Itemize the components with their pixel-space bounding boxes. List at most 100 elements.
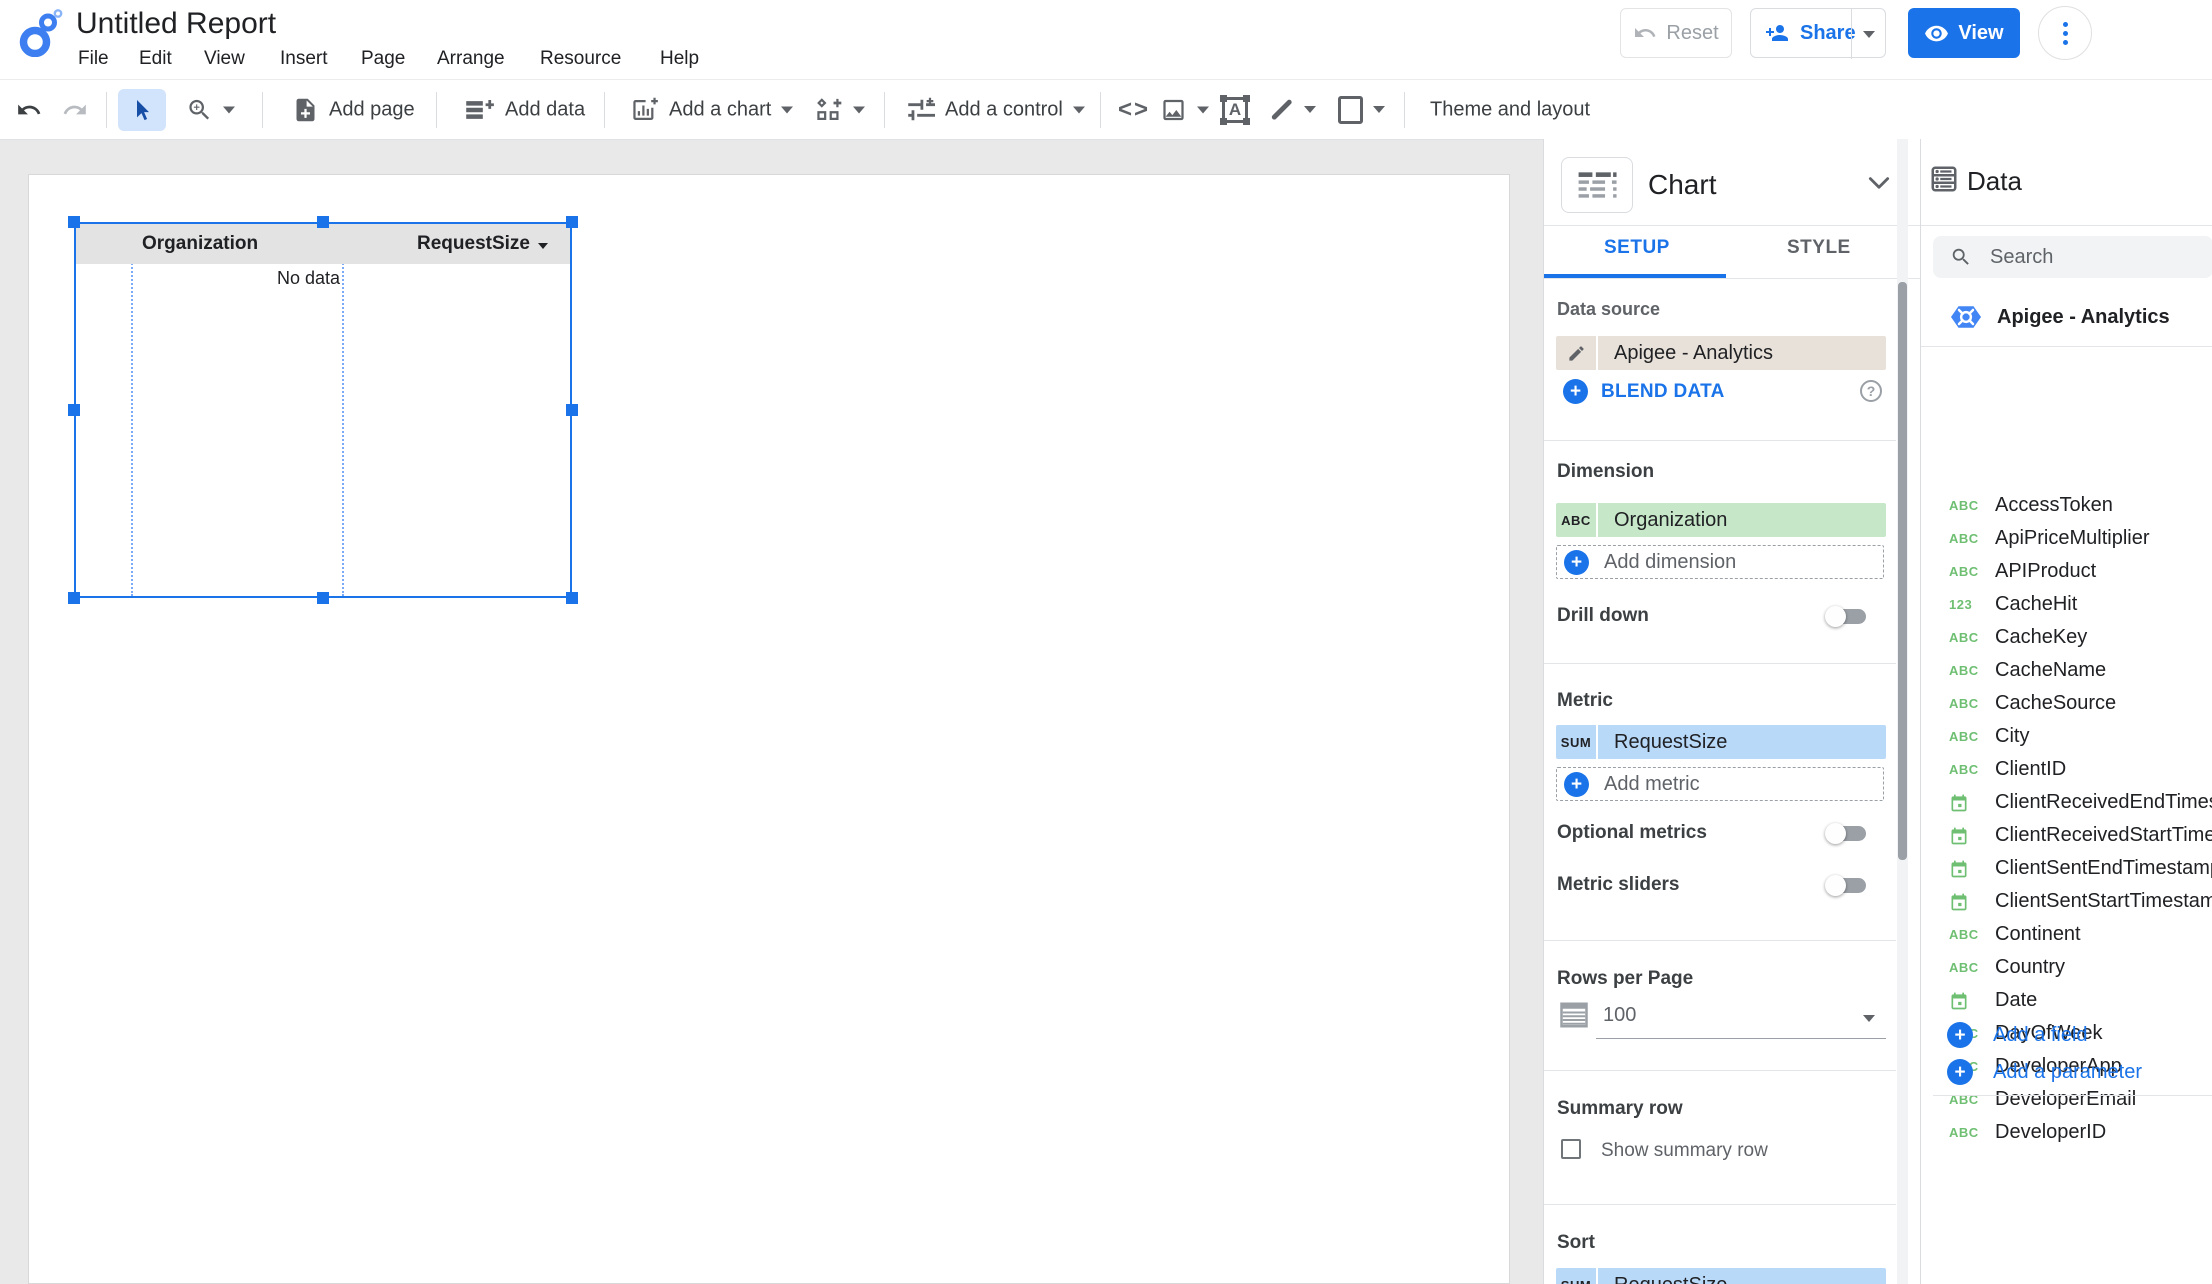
menu-resource[interactable]: Resource [540,48,621,70]
add-page-button[interactable]: Add page [292,96,415,123]
field-row[interactable]: ClientSentStartTimestamp [1921,885,2212,918]
field-row[interactable]: ABC DeveloperEmail [1921,1083,2212,1116]
embed-url-button[interactable]: <> [1118,96,1150,124]
field-row[interactable]: ABC ClientID [1921,753,2212,786]
share-split-divider [1851,9,1852,59]
field-row[interactable]: ABC DeveloperID [1921,1116,2212,1149]
field-row[interactable]: ClientReceivedEndTimestamp [1921,786,2212,819]
sort-chip[interactable]: SUM RequestSize [1556,1268,1886,1284]
menu-view[interactable]: View [204,48,245,70]
field-row[interactable]: ABC CacheSource [1921,687,2212,720]
metric-chip[interactable]: SUM RequestSize [1556,725,1886,759]
reset-button[interactable]: Reset [1620,8,1732,58]
add-chart-button[interactable]: Add a chart [630,96,794,123]
chevron-down-icon[interactable] [1868,177,1890,190]
field-name: ClientSentStartTimestamp [1995,890,2212,912]
field-row[interactable]: ABC City [1921,720,2212,753]
field-row[interactable]: ABC APIProduct [1921,555,2212,588]
panel-scrollbar-thumb[interactable] [1898,282,1907,860]
text-field-type-icon: ABC [1949,531,1979,546]
selection-handle-se[interactable] [566,592,578,604]
select-tool-button[interactable] [118,89,166,131]
field-search[interactable] [1933,236,2212,278]
field-row[interactable]: ClientReceivedStartTimestamp [1921,819,2212,852]
image-caret-icon [1197,106,1209,113]
menu-help[interactable]: Help [660,48,699,70]
field-row[interactable]: ABC Country [1921,951,2212,984]
field-row[interactable]: ABC ApiPriceMultiplier [1921,522,2212,555]
field-row[interactable]: ABC Continent [1921,918,2212,951]
metric-label: Metric [1557,690,1613,711]
add-a-parameter-button[interactable]: + Add a parameter [1947,1059,2142,1085]
field-row[interactable]: 123 CacheHit [1921,588,2212,621]
table-chart[interactable]: Organization RequestSize No data [74,222,572,598]
edit-data-source-button[interactable] [1556,336,1598,370]
table-header-dimension[interactable]: Organization [142,233,258,255]
insert-shape-button[interactable] [1338,95,1385,124]
selection-handle-sw[interactable] [68,592,80,604]
rows-per-page-select[interactable]: 100 [1559,1000,1636,1030]
table-header-metric[interactable]: RequestSize [417,233,548,255]
plus-icon: + [1563,379,1588,404]
field-row[interactable]: Date [1921,984,2212,1017]
community-visualizations-button[interactable] [814,96,865,123]
menu-edit[interactable]: Edit [139,48,172,70]
zoom-in-icon [186,96,213,123]
selection-handle-w[interactable] [68,404,80,416]
add-control-button[interactable]: Add a control [906,96,1085,123]
add-data-button[interactable]: Add data [464,96,585,123]
optional-metrics-toggle[interactable] [1825,823,1866,844]
insert-image-button[interactable] [1160,96,1209,123]
tab-style[interactable]: STYLE [1787,237,1851,259]
dimension-chip[interactable]: ABC Organization [1556,503,1886,537]
theme-and-layout-button[interactable]: Theme and layout [1430,98,1590,121]
insert-line-button[interactable] [1268,97,1316,123]
menu-file[interactable]: File [78,48,109,70]
add-metric-button[interactable]: + Add metric [1556,767,1884,801]
add-page-icon [292,96,319,123]
shape-caret-icon [1373,106,1385,113]
rows-per-page-underline [1596,1038,1886,1039]
rows-per-page-value: 100 [1603,1003,1637,1026]
undo-icon[interactable] [16,97,42,123]
chart-type-selector[interactable] [1561,157,1633,213]
menu-arrange[interactable]: Arrange [437,48,505,70]
selection-handle-n[interactable] [317,216,329,228]
share-button[interactable]: Share [1750,8,1886,59]
redo-icon[interactable] [62,97,88,123]
more-options-button[interactable] [2038,6,2092,60]
selection-handle-e[interactable] [566,404,578,416]
menu-insert[interactable]: Insert [280,48,328,70]
menu-page[interactable]: Page [361,48,405,70]
search-input[interactable] [1988,244,2182,270]
selection-handle-nw[interactable] [68,216,80,228]
add-a-field-button[interactable]: + Add a field [1947,1022,2088,1048]
apigee-logo-icon [1949,302,1983,332]
field-row[interactable]: ABC CacheKey [1921,621,2212,654]
drill-down-toggle[interactable] [1825,606,1866,627]
metric-value: RequestSize [1614,730,1728,753]
add-dimension-button[interactable]: + Add dimension [1556,545,1884,579]
summary-row-label: Summary row [1557,1098,1683,1119]
blend-help-icon[interactable]: ? [1860,380,1882,402]
selection-handle-s[interactable] [317,592,329,604]
text-field-type-icon: ABC [1949,498,1979,513]
show-summary-row-checkbox[interactable] [1561,1139,1581,1159]
text-field-type-icon: ABC [1949,762,1979,777]
field-row[interactable]: ClientSentEndTimestamp [1921,852,2212,885]
tab-setup[interactable]: SETUP [1604,237,1670,259]
data-source-item[interactable]: Apigee - Analytics [1949,302,2170,332]
view-button[interactable]: View [1908,8,2020,58]
insert-text-button[interactable]: A [1220,94,1250,125]
field-row[interactable]: ABC AccessToken [1921,489,2212,522]
field-row[interactable]: ABC CacheName [1921,654,2212,687]
text-field-type-icon: ABC [1949,564,1979,579]
selection-handle-ne[interactable] [566,216,578,228]
blend-data-button[interactable]: + BLEND DATA [1563,379,1725,404]
data-source-chip[interactable]: Apigee - Analytics [1556,336,1886,370]
share-dropdown-caret-icon[interactable] [1863,31,1875,38]
zoom-tool-button[interactable] [186,96,235,123]
report-title[interactable]: Untitled Report [76,4,276,44]
looker-studio-logo-icon[interactable] [18,9,64,57]
metric-sliders-toggle[interactable] [1825,875,1866,896]
